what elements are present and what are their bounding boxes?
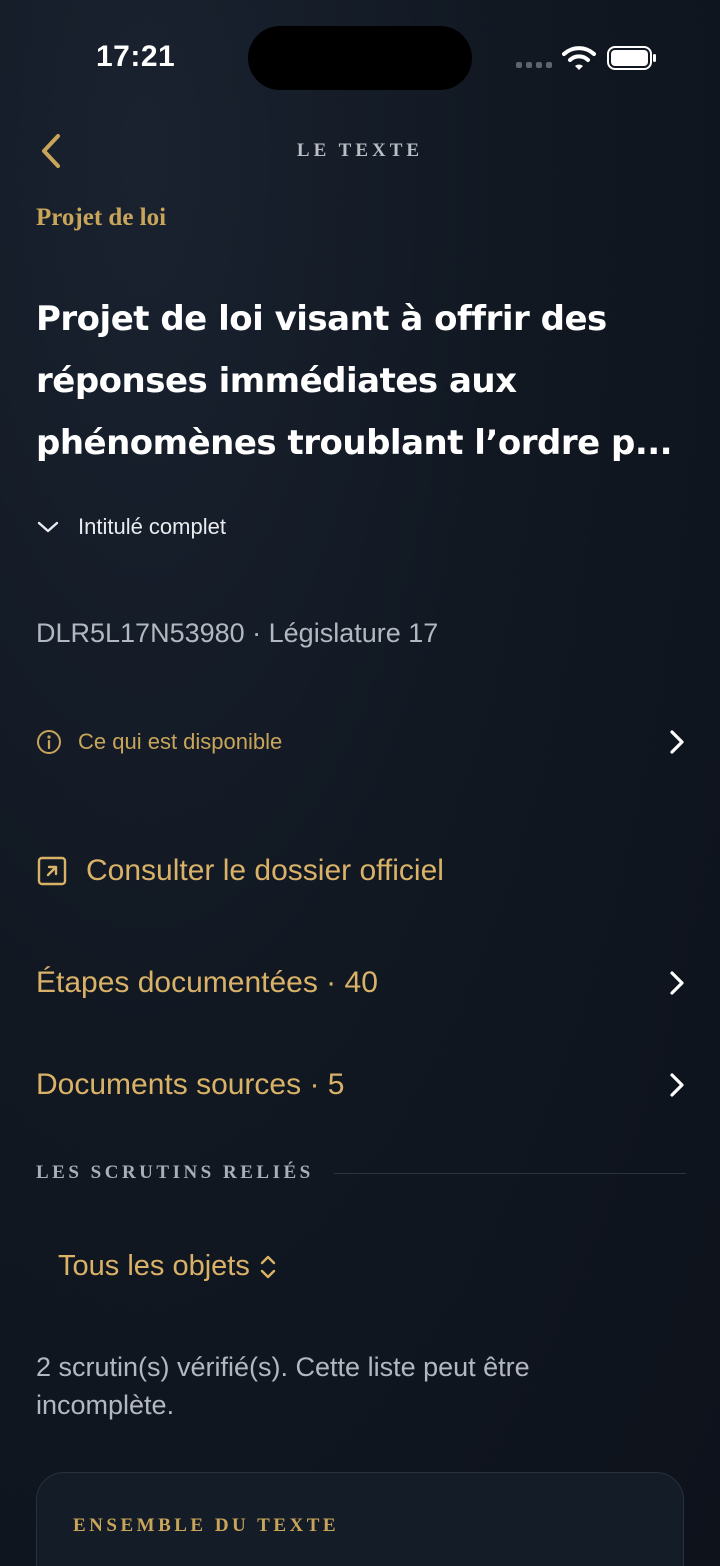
divider <box>333 1172 686 1174</box>
section-header: LES SCRUTINS RELIÉS <box>36 1162 686 1184</box>
availability-row[interactable]: Ce qui est disponible <box>36 728 686 756</box>
scrutin-card-title: ENSEMBLE DU TEXTE <box>73 1515 340 1536</box>
availability-label: Ce qui est disponible <box>78 729 283 754</box>
full-title-toggle[interactable]: Intitulé complet <box>36 514 226 540</box>
scrutins-note: 2 scrutin(s) vérifié(s). Cette liste peu… <box>36 1352 530 1420</box>
documented-steps-row[interactable]: Étapes documentées · 40 <box>36 966 686 1000</box>
full-title-label: Intitulé complet <box>78 514 226 539</box>
chevron-right-icon <box>670 1073 684 1097</box>
info-icon <box>37 730 61 754</box>
battery-icon <box>607 46 656 70</box>
source-documents-label: Documents sources · 5 <box>36 1068 345 1101</box>
official-dossier-link[interactable]: Consulter le dossier officiel <box>36 854 444 888</box>
cellular-signal-icon <box>516 62 552 68</box>
chevron-right-icon <box>670 971 684 995</box>
text-title: Projet de loi visant à offrir des répons… <box>36 288 686 474</box>
source-documents-row[interactable]: Documents sources · 5 <box>36 1068 686 1102</box>
title-line: Projet de loi visant à offrir des <box>36 299 607 339</box>
title-line: phénomènes troublant l’ordre p... <box>36 423 673 463</box>
external-link-icon <box>37 856 67 886</box>
chevron-down-icon <box>37 521 59 533</box>
section-title: LES SCRUTINS RELIÉS <box>36 1162 314 1183</box>
page-title: LE TEXTE <box>296 140 424 161</box>
official-dossier-label: Consulter le dossier officiel <box>86 854 444 887</box>
status-time: 17:21 <box>96 40 176 73</box>
documented-steps-label: Étapes documentées · 40 <box>36 966 378 999</box>
dynamic-island <box>248 26 472 90</box>
chevron-up-down-icon <box>260 1255 276 1278</box>
text-meta: DLR5L17N53980 · Législature 17 <box>36 618 439 648</box>
object-filter-label: Tous les objets <box>58 1250 250 1282</box>
title-line: réponses immédiates aux <box>36 361 517 401</box>
scrutin-card[interactable]: ENSEMBLE DU TEXTE <box>36 1472 684 1566</box>
wifi-icon <box>562 46 596 70</box>
chevron-right-icon <box>670 730 684 754</box>
object-filter-picker[interactable]: Tous les objets <box>58 1250 278 1283</box>
text-kind-label: Projet de loi <box>36 204 167 231</box>
